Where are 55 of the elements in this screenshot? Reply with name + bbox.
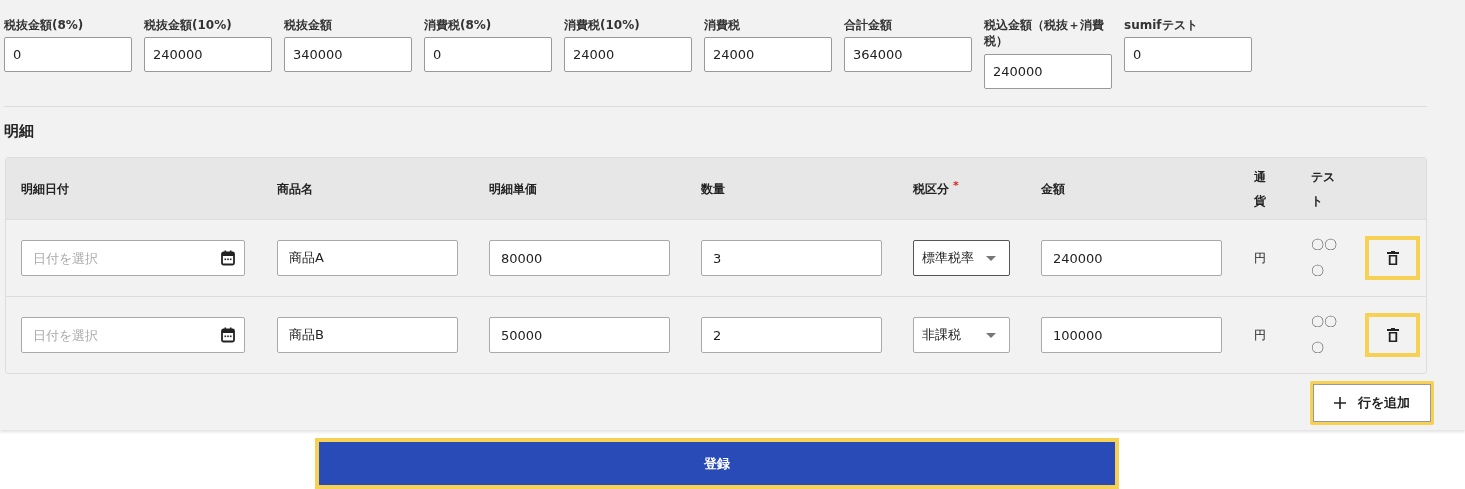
field-label: 税抜金額 — [284, 17, 333, 34]
trash-icon — [1386, 327, 1399, 343]
column-header: 税区分 — [913, 180, 949, 198]
test-text: 〇〇〇 — [1311, 236, 1338, 280]
column-header: 数量 — [701, 180, 725, 198]
date-picker-field[interactable]: 日付を選択 — [21, 317, 245, 353]
field-label: 税抜金額(8%) — [4, 17, 85, 34]
currency-text: 円 — [1254, 326, 1266, 344]
column-header: 明細単価 — [489, 180, 537, 198]
date-picker-field[interactable]: 日付を選択 — [21, 240, 245, 276]
add-row-button[interactable]: 行を追加 — [1310, 381, 1434, 425]
caret-icon — [986, 255, 996, 261]
field-label: 税抜金額(10%) — [144, 17, 233, 34]
trash-icon — [1386, 250, 1399, 266]
select-dropdown[interactable]: 非課税 — [913, 317, 1010, 353]
input-field[interactable]: 80000 — [489, 240, 670, 276]
input-field[interactable]: 24000 — [564, 37, 692, 72]
input-field[interactable]: 240000 — [984, 54, 1112, 89]
select-dropdown[interactable]: 標準税率 — [913, 240, 1010, 276]
plus-icon — [1334, 397, 1346, 409]
input-field[interactable]: 100000 — [1041, 317, 1222, 353]
input-field[interactable]: 340000 — [284, 37, 412, 72]
field-label: 消費税(8%) — [424, 17, 493, 34]
field-label: 税込金額（税抜＋消費税） — [984, 17, 1105, 50]
section-title: 明細 — [4, 121, 35, 142]
input-field[interactable]: 0 — [4, 37, 132, 72]
submit-button[interactable]: 登録 — [315, 438, 1119, 489]
column-header: 明細日付 — [21, 180, 69, 198]
field-label: 合計金額 — [844, 17, 893, 34]
input-field[interactable]: 商品B — [277, 317, 458, 353]
input-field[interactable]: 0 — [1124, 37, 1252, 72]
required-mark: * — [953, 179, 959, 192]
input-field[interactable]: 3 — [701, 240, 882, 276]
calendar-icon — [221, 250, 235, 266]
input-field[interactable]: 240000 — [144, 37, 272, 72]
column-header: 金額 — [1041, 180, 1065, 198]
field-label: 消費税(10%) — [564, 17, 641, 34]
input-field[interactable]: 364000 — [844, 37, 972, 72]
input-field[interactable]: 2 — [701, 317, 882, 353]
column-header: 通貨 — [1254, 168, 1266, 210]
delete-button[interactable] — [1365, 313, 1420, 357]
input-field[interactable]: 0 — [424, 37, 552, 72]
input-field[interactable]: 240000 — [1041, 240, 1222, 276]
delete-button[interactable] — [1365, 236, 1420, 280]
field-label: 消費税 — [704, 17, 741, 34]
caret-icon — [986, 332, 996, 338]
input-field[interactable]: 24000 — [704, 37, 832, 72]
input-field[interactable]: 50000 — [489, 317, 670, 353]
calendar-icon — [221, 327, 235, 343]
test-text: 〇〇〇 — [1311, 313, 1338, 357]
column-header: テスト — [1311, 168, 1336, 210]
currency-text: 円 — [1254, 249, 1266, 267]
column-header: 商品名 — [277, 180, 313, 198]
input-field[interactable]: 商品A — [277, 240, 458, 276]
field-label: sumifテスト — [1124, 17, 1199, 34]
